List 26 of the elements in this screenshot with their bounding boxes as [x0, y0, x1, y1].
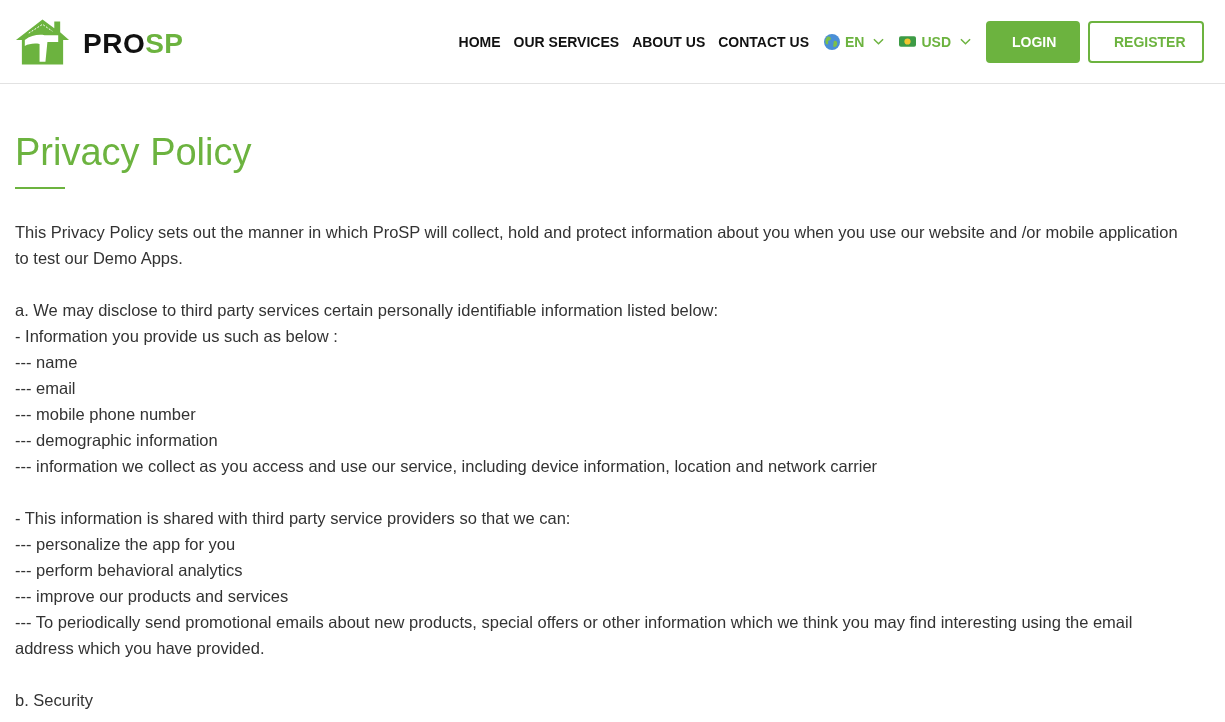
nav-link[interactable]: OUR SERVICES	[513, 33, 620, 50]
paragraph-text: - This information is shared with third party service providers so that we can:	[15, 508, 572, 529]
house-logo-icon	[15, 17, 70, 66]
paragraph-text: --- demographic information	[15, 430, 219, 451]
banknote-icon	[899, 36, 917, 47]
nav-link[interactable]: CONTACT US	[718, 33, 809, 50]
paragraph-text: - Information you provide us such as below :	[15, 326, 339, 347]
chevron-down-icon	[960, 38, 971, 45]
paragraph-text: --- personalize the app for you	[15, 534, 237, 555]
paragraph-text: --- information we collect as you access and use our service, including device information, location and network carrier	[15, 456, 879, 477]
paragraph-text: --- mobile phone number	[15, 404, 197, 425]
paragraph-text: This Privacy Policy sets out the manner in which ProSP will collect, hold and protect information about you when you use our website and /or mobile application to test our Demo Apps.	[15, 222, 1179, 269]
page-title: Privacy Policy	[15, 130, 253, 174]
paragraph-text: --- email	[15, 378, 77, 399]
logo-text: PROSP	[83, 27, 184, 60]
nav-link[interactable]: ABOUT US	[632, 33, 706, 50]
paragraph-text: --- improve our products and services	[15, 586, 290, 607]
nav-link[interactable]: HOME	[458, 33, 501, 50]
paragraph-text: --- To periodically send promotional emails about new products, special offers or other information which we think you may find interesting using the email address which you have provided.	[15, 612, 1134, 659]
paragraph-text: a. We may disclose to third party services certain personally identifiable information listed below:	[15, 300, 720, 321]
paragraph-text: --- name	[15, 352, 79, 373]
chevron-down-icon	[873, 38, 885, 45]
paragraph-text: b. Security	[15, 690, 94, 711]
paragraph-text: --- perform behavioral analytics	[15, 560, 244, 581]
title-underline	[15, 187, 65, 189]
globe-icon	[824, 33, 840, 50]
